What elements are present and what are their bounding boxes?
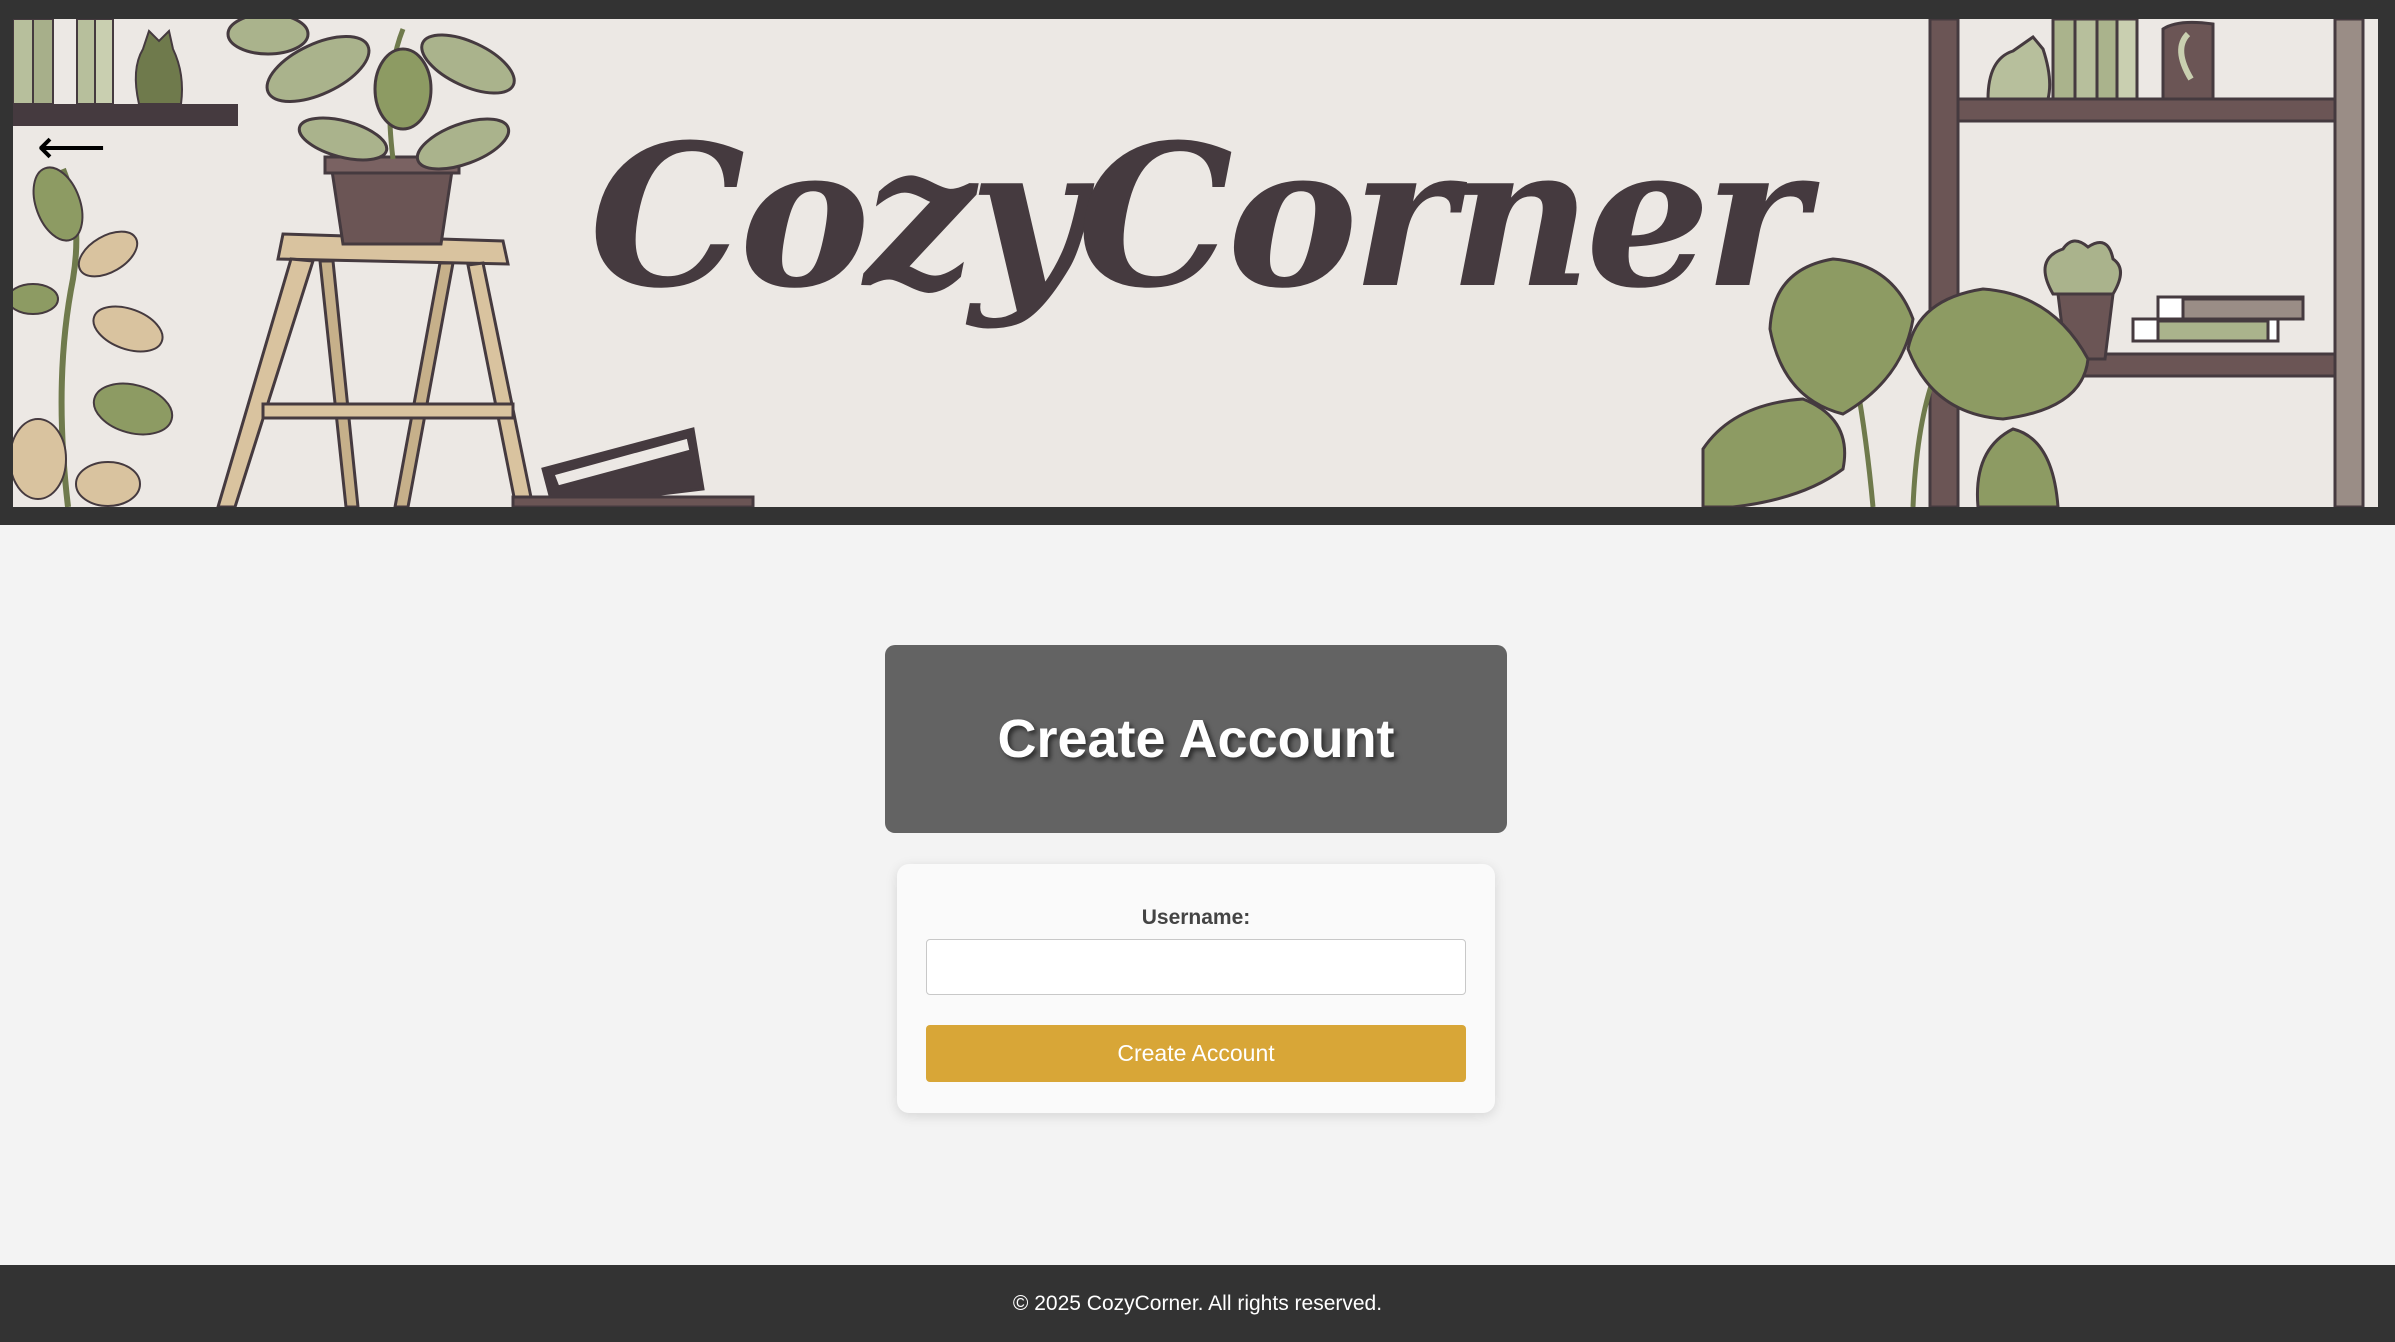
- create-account-button[interactable]: Create Account: [926, 1025, 1466, 1082]
- page-title-card: Create Account: [885, 645, 1507, 833]
- username-input[interactable]: [926, 939, 1466, 995]
- back-arrow-icon[interactable]: ⟵: [37, 117, 106, 177]
- footer: © 2025 CozyCorner. All rights reserved.: [0, 1265, 2395, 1342]
- username-label: Username:: [1141, 906, 1251, 929]
- page-title: Create Account: [997, 709, 1395, 769]
- banner-illustration: CozyCorner ⟵: [13, 19, 2378, 507]
- brand-logo[interactable]: CozyCorner: [13, 119, 2378, 315]
- header-banner: CozyCorner ⟵: [0, 0, 2395, 525]
- bookshelf-left-illustration: [13, 19, 238, 126]
- create-account-form: Username: Create Account: [897, 864, 1495, 1113]
- books-floor-illustration: [511, 427, 755, 507]
- copyright-text: © 2025 CozyCorner. All rights reserved.: [1012, 1291, 1383, 1315]
